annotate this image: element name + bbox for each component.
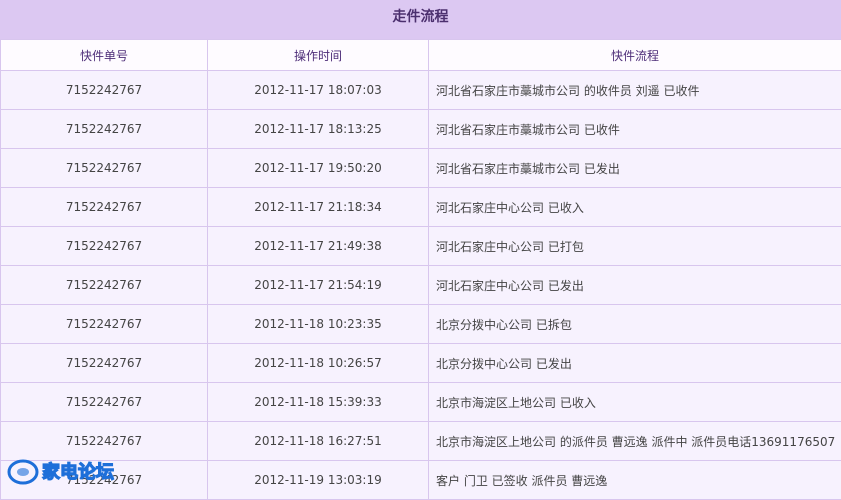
flow-cell: 河北省石家庄市藁城市公司 已收件: [429, 110, 841, 149]
waybill-cell: 7152242767: [1, 71, 208, 110]
waybill-cell: 7152242767: [1, 461, 208, 500]
waybill-cell: 7152242767: [1, 110, 208, 149]
table-row: 7152242767 2012-11-18 15:39:33 北京市海淀区上地公…: [1, 383, 841, 422]
waybill-cell: 7152242767: [1, 422, 208, 461]
tracking-table: 快件单号 操作时间 快件流程 7152242767 2012-11-17 18:…: [0, 39, 841, 500]
waybill-cell: 7152242767: [1, 383, 208, 422]
table-row: 7152242767 2012-11-17 21:54:19 河北石家庄中心公司…: [1, 266, 841, 305]
table-row: 7152242767 2012-11-18 10:23:35 北京分拨中心公司 …: [1, 305, 841, 344]
table-row: 7152242767 2012-11-17 21:18:34 河北石家庄中心公司…: [1, 188, 841, 227]
waybill-cell: 7152242767: [1, 188, 208, 227]
column-header-waybill: 快件单号: [1, 40, 208, 71]
title-bar: 走件流程: [0, 0, 841, 39]
waybill-cell: 7152242767: [1, 227, 208, 266]
flow-cell: 北京市海淀区上地公司 已收入: [429, 383, 841, 422]
table-row: 7152242767 2012-11-19 13:03:19 客户 门卫 已签收…: [1, 461, 841, 500]
time-cell: 2012-11-18 15:39:33: [208, 383, 429, 422]
time-cell: 2012-11-18 16:27:51: [208, 422, 429, 461]
page-title: 走件流程: [393, 6, 449, 26]
waybill-cell: 7152242767: [1, 344, 208, 383]
time-cell: 2012-11-18 10:26:57: [208, 344, 429, 383]
flow-cell: 河北石家庄中心公司 已发出: [429, 266, 841, 305]
time-cell: 2012-11-18 10:23:35: [208, 305, 429, 344]
time-cell: 2012-11-17 18:07:03: [208, 71, 429, 110]
table-header-row: 快件单号 操作时间 快件流程: [1, 40, 841, 71]
flow-cell: 河北石家庄中心公司 已收入: [429, 188, 841, 227]
table-row: 7152242767 2012-11-18 16:27:51 北京市海淀区上地公…: [1, 422, 841, 461]
flow-cell: 北京市海淀区上地公司 的派件员 曹远逸 派件中 派件员电话13691176507: [429, 422, 841, 461]
table-row: 7152242767 2012-11-18 10:26:57 北京分拨中心公司 …: [1, 344, 841, 383]
flow-cell: 河北省石家庄市藁城市公司 已发出: [429, 149, 841, 188]
flow-cell: 河北石家庄中心公司 已打包: [429, 227, 841, 266]
column-header-flow: 快件流程: [429, 40, 841, 71]
flow-cell: 北京分拨中心公司 已拆包: [429, 305, 841, 344]
table-row: 7152242767 2012-11-17 21:49:38 河北石家庄中心公司…: [1, 227, 841, 266]
waybill-cell: 7152242767: [1, 149, 208, 188]
time-cell: 2012-11-17 21:49:38: [208, 227, 429, 266]
flow-cell: 北京分拨中心公司 已发出: [429, 344, 841, 383]
table-row: 7152242767 2012-11-17 18:07:03 河北省石家庄市藁城…: [1, 71, 841, 110]
time-cell: 2012-11-17 18:13:25: [208, 110, 429, 149]
table-row: 7152242767 2012-11-17 19:50:20 河北省石家庄市藁城…: [1, 149, 841, 188]
time-cell: 2012-11-17 21:18:34: [208, 188, 429, 227]
waybill-cell: 7152242767: [1, 266, 208, 305]
flow-cell: 客户 门卫 已签收 派件员 曹远逸: [429, 461, 841, 500]
waybill-cell: 7152242767: [1, 305, 208, 344]
flow-cell: 河北省石家庄市藁城市公司 的收件员 刘遥 已收件: [429, 71, 841, 110]
table-row: 7152242767 2012-11-17 18:13:25 河北省石家庄市藁城…: [1, 110, 841, 149]
column-header-time: 操作时间: [208, 40, 429, 71]
time-cell: 2012-11-19 13:03:19: [208, 461, 429, 500]
time-cell: 2012-11-17 19:50:20: [208, 149, 429, 188]
time-cell: 2012-11-17 21:54:19: [208, 266, 429, 305]
